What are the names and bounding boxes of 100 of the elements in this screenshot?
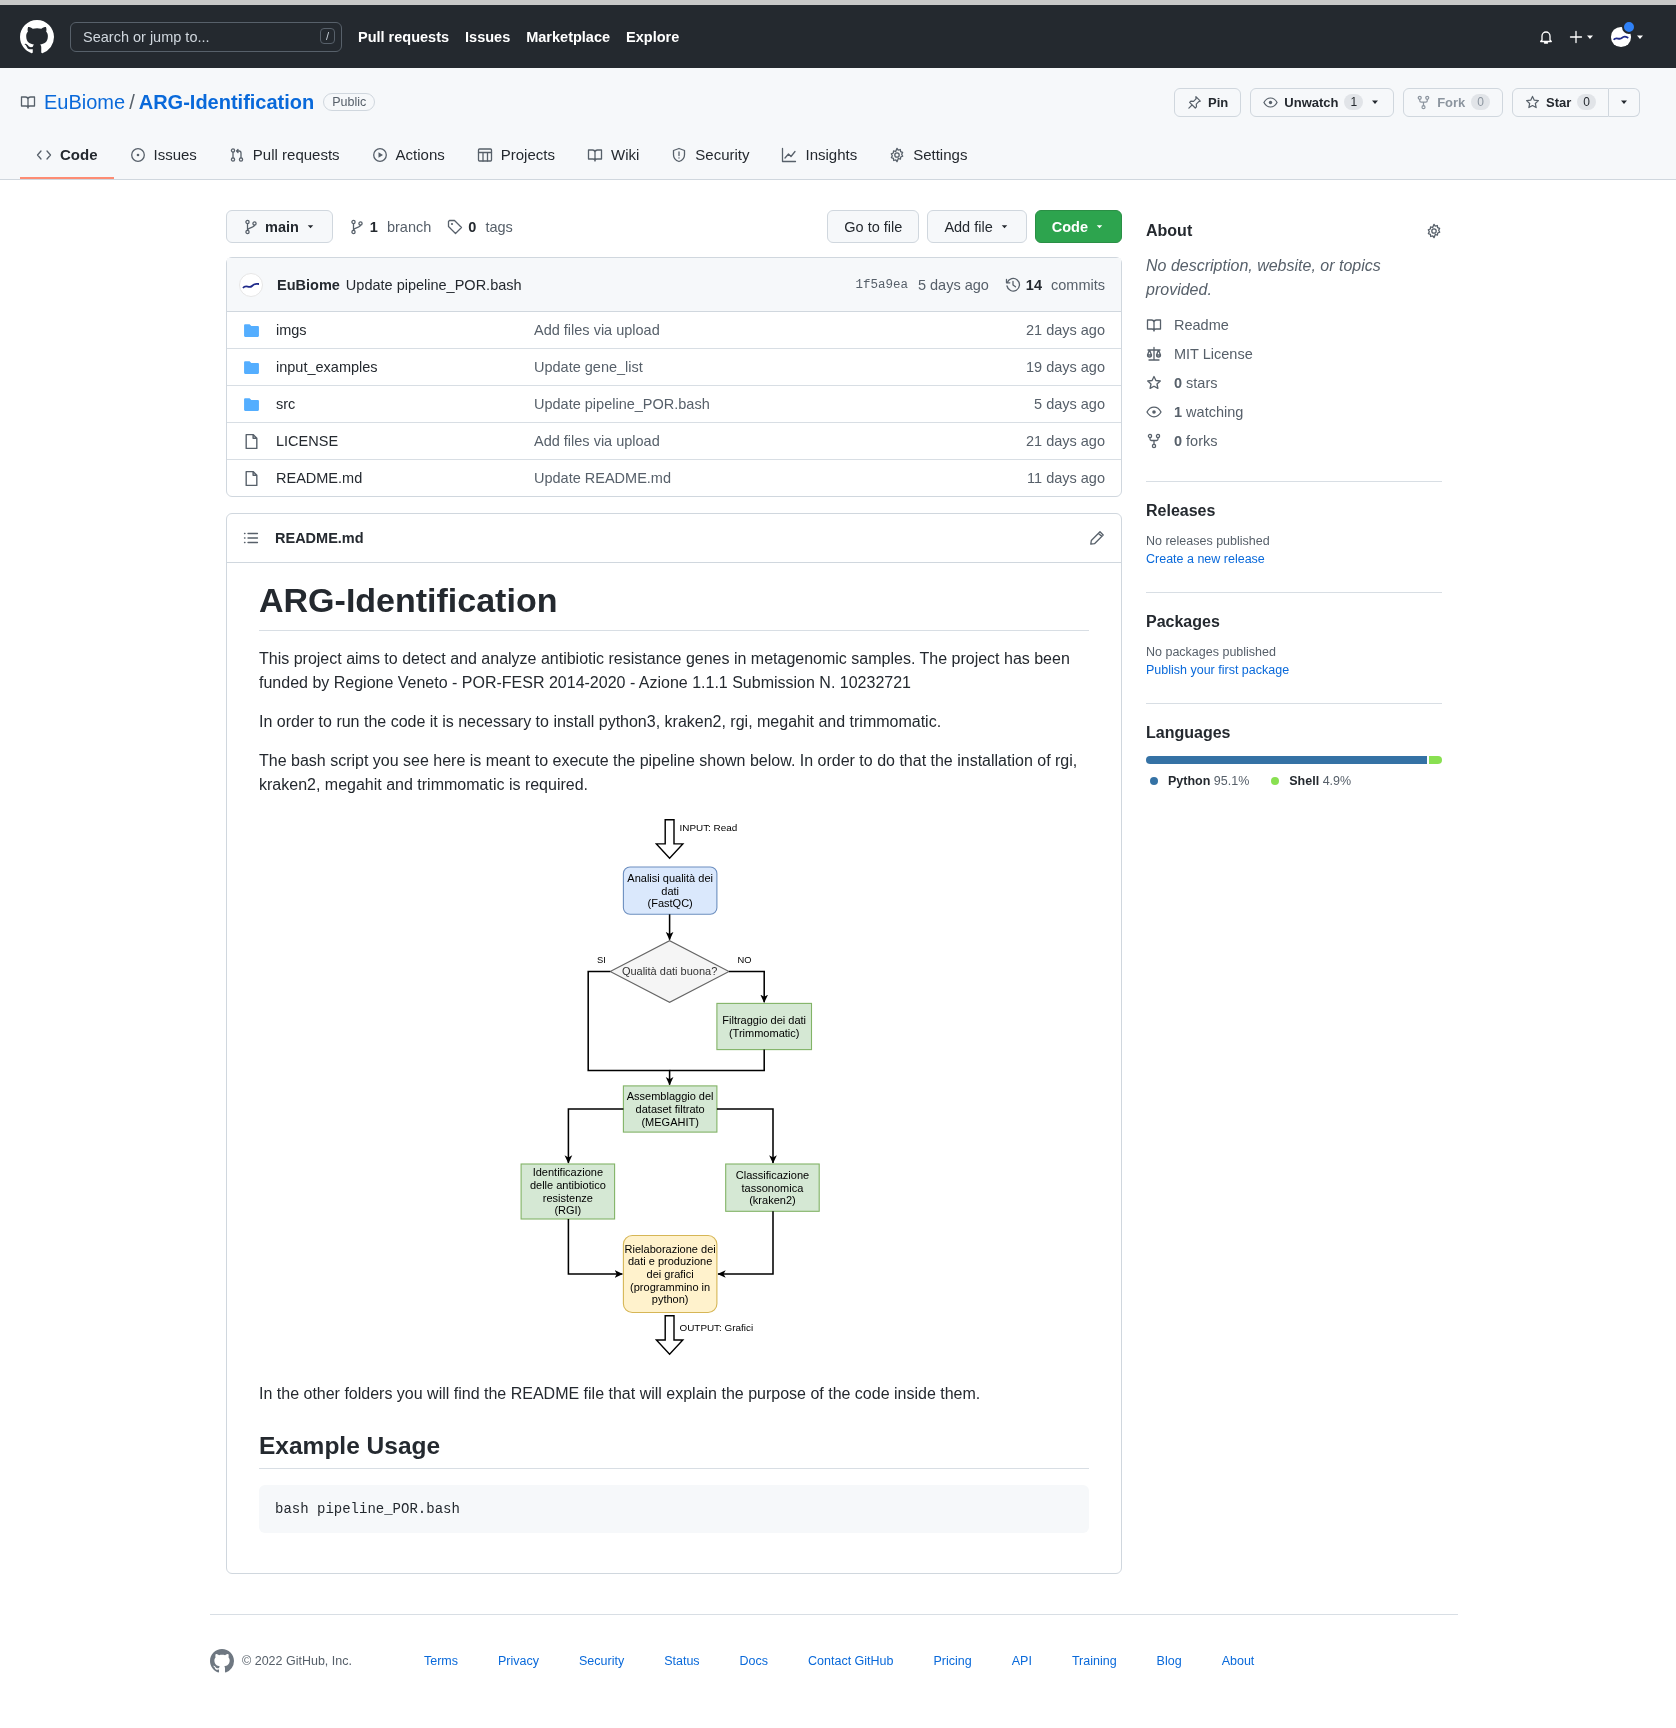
footer-link[interactable]: Status <box>664 1654 700 1668</box>
toolbar-button[interactable]: Go to file <box>827 210 920 243</box>
nav-link[interactable]: Marketplace <box>526 28 611 45</box>
branch-icon <box>348 218 365 235</box>
yes-label: SI <box>597 954 606 965</box>
logo-icon[interactable] <box>20 19 54 54</box>
connector-arrow <box>564 1108 625 1164</box>
file-name-link[interactable]: README.md <box>276 470 534 486</box>
repo-tab[interactable]: Settings <box>873 134 984 179</box>
file-commit-message[interactable]: Update gene_list <box>534 359 1026 375</box>
tags-link[interactable]: 0 tags <box>447 218 513 235</box>
repo-tab[interactable]: Security <box>655 134 766 179</box>
repo-tab[interactable]: Insights <box>765 134 874 179</box>
file-commit-message[interactable]: Add files via upload <box>534 322 1026 338</box>
footer-link[interactable]: Terms <box>423 1654 458 1668</box>
copyright-text: © 2022 GitHub, Inc. <box>242 1654 352 1668</box>
footer-link[interactable]: Pricing <box>933 1654 972 1668</box>
section-link[interactable]: Publish your first package <box>1146 663 1442 677</box>
section-heading: Languages <box>1146 724 1232 742</box>
nav-link[interactable]: Issues <box>465 28 511 45</box>
readme-link[interactable]: Readme <box>1146 310 1442 339</box>
shield-icon <box>671 146 688 163</box>
footer-link[interactable]: Docs <box>739 1654 769 1668</box>
file-name-link[interactable]: LICENSE <box>276 433 534 449</box>
readme-filename: README.md <box>275 530 364 546</box>
footer-link[interactable]: Training <box>1071 1654 1117 1668</box>
commit-sha[interactable]: 1f5a9ea <box>855 277 908 292</box>
step-label: Classificazione tassonomica (kraken2) <box>735 1168 810 1207</box>
footer-link[interactable]: Privacy <box>498 1654 539 1668</box>
button-label: Go to file <box>844 218 903 235</box>
nav-link[interactable]: Pull requests <box>358 28 450 45</box>
repo-tab[interactable]: Projects <box>460 134 571 179</box>
section-note: No packages published <box>1146 645 1277 659</box>
branch-icon <box>243 218 259 235</box>
file-time: 5 days ago <box>1034 396 1105 412</box>
license-link[interactable]: MIT License <box>1146 339 1442 368</box>
nav-link[interactable]: Explore <box>626 28 680 45</box>
file-time: 11 days ago <box>1027 470 1105 486</box>
file-name-link[interactable]: src <box>276 396 534 412</box>
path-separator: / <box>129 90 135 114</box>
branches-link[interactable]: 1 branch <box>348 218 432 235</box>
button-label: Star <box>1546 94 1572 110</box>
file-commit-message[interactable]: Update README.md <box>534 470 1028 486</box>
file-commit-message[interactable]: Update pipeline_POR.bash <box>534 396 1035 412</box>
output-label: OUTPUT: Grafici <box>679 1322 754 1334</box>
readme-paragraph: This project aims to detect and analyze antibiotic resistance genes in metagenomic samples. The project has been funded by Regione Veneto - POR-FESR 2014-2020 - Azione 1.1.1 Submission N. 10232721 <box>259 649 1071 693</box>
pencil-icon[interactable] <box>1089 530 1105 546</box>
settings-icon <box>889 146 906 163</box>
section-note: No releases published <box>1146 534 1271 548</box>
language-link[interactable]: Python 95.1% <box>1168 774 1250 788</box>
repo-tab[interactable]: Code <box>20 134 114 179</box>
forks-link[interactable]: 0 forks <box>1146 426 1442 455</box>
owner-link[interactable]: EuBiome <box>44 90 126 114</box>
step-label: Analisi qualità dei dati (FastQC) <box>627 871 713 910</box>
footer-link[interactable]: Blog <box>1156 1654 1182 1668</box>
repo-tab[interactable]: Wiki <box>570 134 656 179</box>
footer-link[interactable]: Contact GitHub <box>808 1654 894 1668</box>
footer-link[interactable]: About <box>1221 1654 1255 1668</box>
button-label: Add file <box>944 218 993 235</box>
avatar-icon[interactable] <box>239 272 263 297</box>
section-heading: Packages <box>1146 613 1221 631</box>
tab-label: Projects <box>500 146 555 163</box>
file-name-link[interactable]: imgs <box>276 322 534 338</box>
decision-label: Qualità dati buona? <box>621 964 718 977</box>
settings-icon[interactable] <box>1426 223 1442 239</box>
stars-link[interactable]: 0 stars <box>1146 368 1442 397</box>
watchers-link[interactable]: 1 watching <box>1146 397 1442 426</box>
repo-tab[interactable]: Pull requests <box>212 134 356 179</box>
footer-link[interactable]: Security <box>579 1654 625 1668</box>
counter: 0 <box>1471 94 1490 110</box>
repo-description: No description, website, or topics provided. <box>1146 256 1382 300</box>
language-link[interactable]: Shell 4.9% <box>1289 774 1352 788</box>
toolbar-button[interactable]: Add file <box>927 210 1027 243</box>
list-icon[interactable] <box>243 530 259 546</box>
bell-icon[interactable] <box>1538 28 1554 45</box>
repo-tab[interactable]: Issues <box>113 134 213 179</box>
button-label: Pin <box>1208 94 1229 110</box>
section-link[interactable]: Create a new release <box>1146 552 1442 566</box>
footer-link[interactable]: API <box>1011 1654 1032 1668</box>
plus-icon[interactable] <box>1568 28 1584 45</box>
tab-label: Issues <box>153 146 197 163</box>
branch-selector[interactable]: main <box>226 210 333 243</box>
counter: 1 <box>1344 94 1364 110</box>
repo-action-button[interactable]: Unwatch 1 <box>1250 87 1395 117</box>
repo-action-button[interactable]: Star 0 <box>1512 87 1609 117</box>
fork-icon <box>1416 94 1432 110</box>
meta-text: 1 watching <box>1174 403 1244 420</box>
repo-name-link[interactable]: ARG-Identification <box>138 90 315 114</box>
commits-link[interactable]: 14 commits <box>1004 276 1105 293</box>
repo-action-button[interactable]: Pin <box>1174 87 1242 117</box>
eye-icon <box>1263 94 1279 110</box>
repo-tab[interactable]: Actions <box>355 134 461 179</box>
commit-message[interactable]: Update pipeline_POR.bash <box>345 276 522 293</box>
pin-icon <box>1187 94 1203 110</box>
file-name-link[interactable]: input_examples <box>276 359 534 375</box>
branch-name: main <box>265 218 299 235</box>
commit-author[interactable]: EuBiome <box>277 276 340 293</box>
folder-icon <box>243 395 260 413</box>
table-icon <box>476 146 493 163</box>
file-commit-message[interactable]: Add files via upload <box>534 433 1026 449</box>
